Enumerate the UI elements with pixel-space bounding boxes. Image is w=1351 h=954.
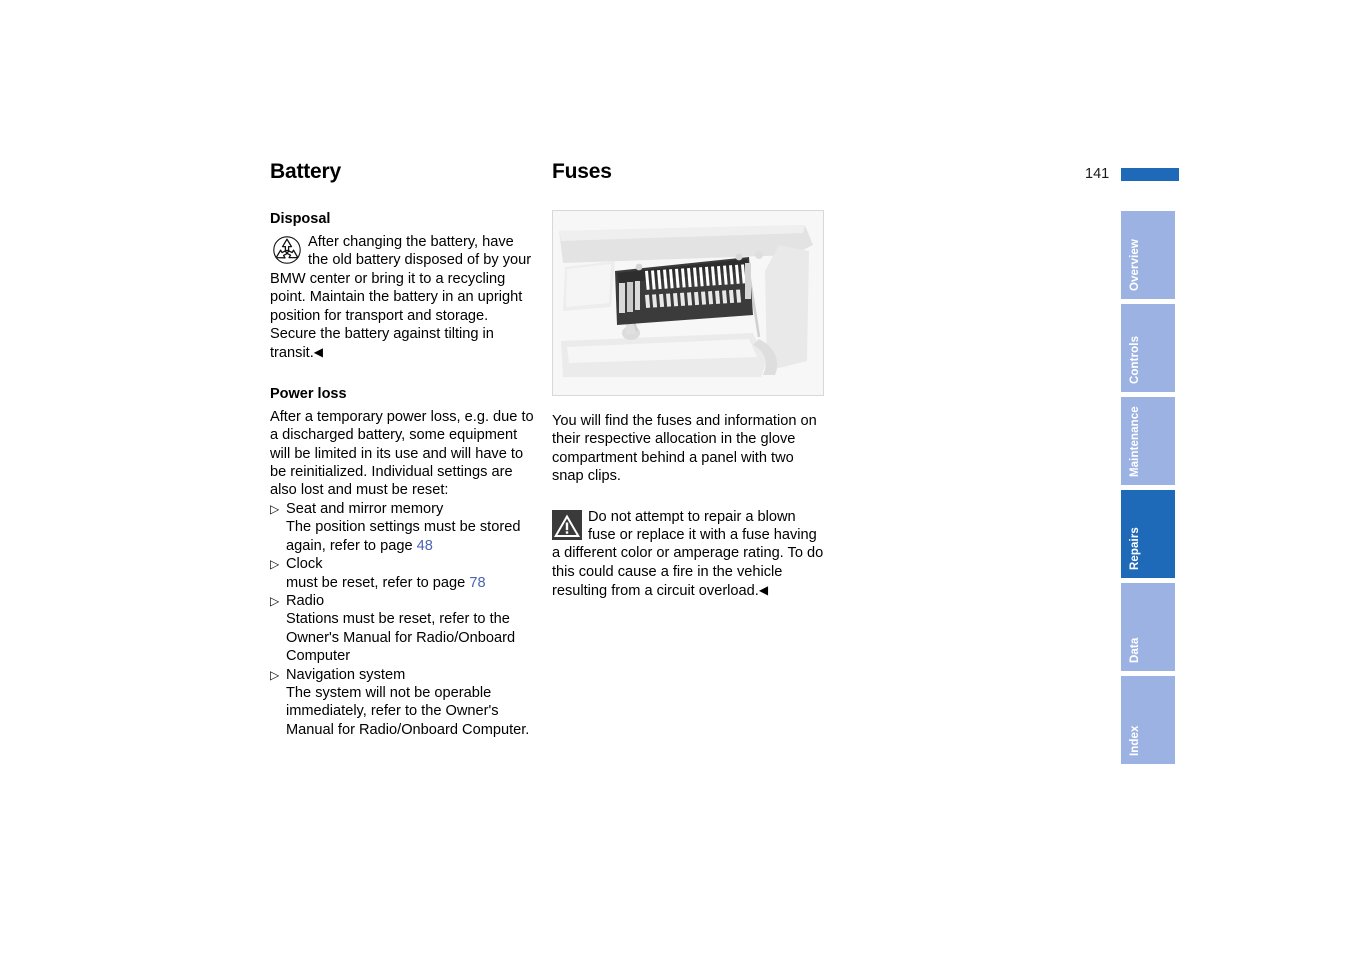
list-item-detail-text: The position settings must be stored aga… [286,519,521,554]
tab-label: Data [1129,637,1141,663]
manual-page: Battery Disposal After changing the batt… [0,0,1351,954]
tab-label: Index [1129,725,1141,756]
list-item-title: Navigation system [286,666,406,683]
section-heading-disposal: Disposal [270,211,331,227]
tab-label: Repairs [1129,527,1141,570]
warning-text: Do not attempt to repair a blown fuse or… [552,508,824,600]
tab-label: Maintenance [1129,406,1141,477]
list-item-detail: The position settings must be stored aga… [286,518,536,555]
tab-maintenance[interactable]: Maintenance [1121,397,1175,485]
tab-data[interactable]: Data [1121,583,1175,671]
left-column: Battery Disposal After changing the batt… [270,160,536,739]
fuses-body-text: You will find the fuses and information … [552,413,817,485]
tab-overview[interactable]: Overview [1121,211,1175,299]
list-item: ▷ Navigation system The system will not … [270,666,536,740]
right-column: Fuses You will find the fuses and inform… [552,160,824,601]
list-item-detail: The system will not be operable immediat… [286,684,530,738]
section-heading-power-loss: Power loss [270,385,347,402]
tab-controls[interactable]: Controls [1121,304,1175,392]
disposal-paragraph: After changing the battery, have the old… [270,233,536,363]
list-item-detail: must be reset, refer to page 78 [286,574,536,592]
page-number-block: 141 [1085,166,1180,182]
disposal-text: After changing the battery, have the old… [270,234,532,362]
list-item-title: Clock [286,556,323,573]
recycling-icon [270,234,304,266]
list-item-title: Seat and mirror memory [286,500,444,517]
list-item-detail-text: must be reset, refer to page [286,574,470,591]
power-loss-intro: After a temporary power loss, e.g. due t… [270,408,534,499]
list-bullet-icon: ▷ [270,667,280,682]
section-tabs: Overview Controls Maintenance Repairs Da… [1121,211,1175,769]
list-item: ▷ Clock must be reset, refer to page 78 [270,555,536,592]
tab-index[interactable]: Index [1121,676,1175,764]
page-number: 141 [1085,166,1110,182]
warning-end-mark: ◀ [758,583,769,598]
fuse-box-illustration [553,211,823,395]
list-item-title: Radio [286,592,325,609]
warning-triangle-icon [552,509,582,540]
list-bullet-icon: ▷ [270,593,280,608]
fuse-box-figure: MY0115YCMA [552,210,824,396]
page-title-battery: Battery [270,160,341,183]
list-bullet-icon: ▷ [270,557,280,572]
page-title-fuses: Fuses [552,160,612,183]
power-loss-list: ▷ Seat and mirror memory The position se… [270,500,536,739]
disposal-end-mark: ◀ [313,345,324,360]
tab-label: Controls [1129,335,1141,384]
page-accent-rule [1121,167,1180,181]
list-item-detail: Stations must be reset, refer to the Own… [286,611,516,665]
tab-label: Overview [1129,239,1141,291]
page-reference[interactable]: 48 [417,538,433,554]
page-reference[interactable]: 78 [469,575,485,591]
list-bullet-icon: ▷ [270,501,280,516]
list-item: ▷ Seat and mirror memory The position se… [270,500,536,555]
list-item: ▷ Radio Stations must be reset, refer to… [270,592,536,666]
warning-paragraph: Do not attempt to repair a blown fuse or… [552,508,824,601]
tab-repairs[interactable]: Repairs [1121,490,1175,578]
